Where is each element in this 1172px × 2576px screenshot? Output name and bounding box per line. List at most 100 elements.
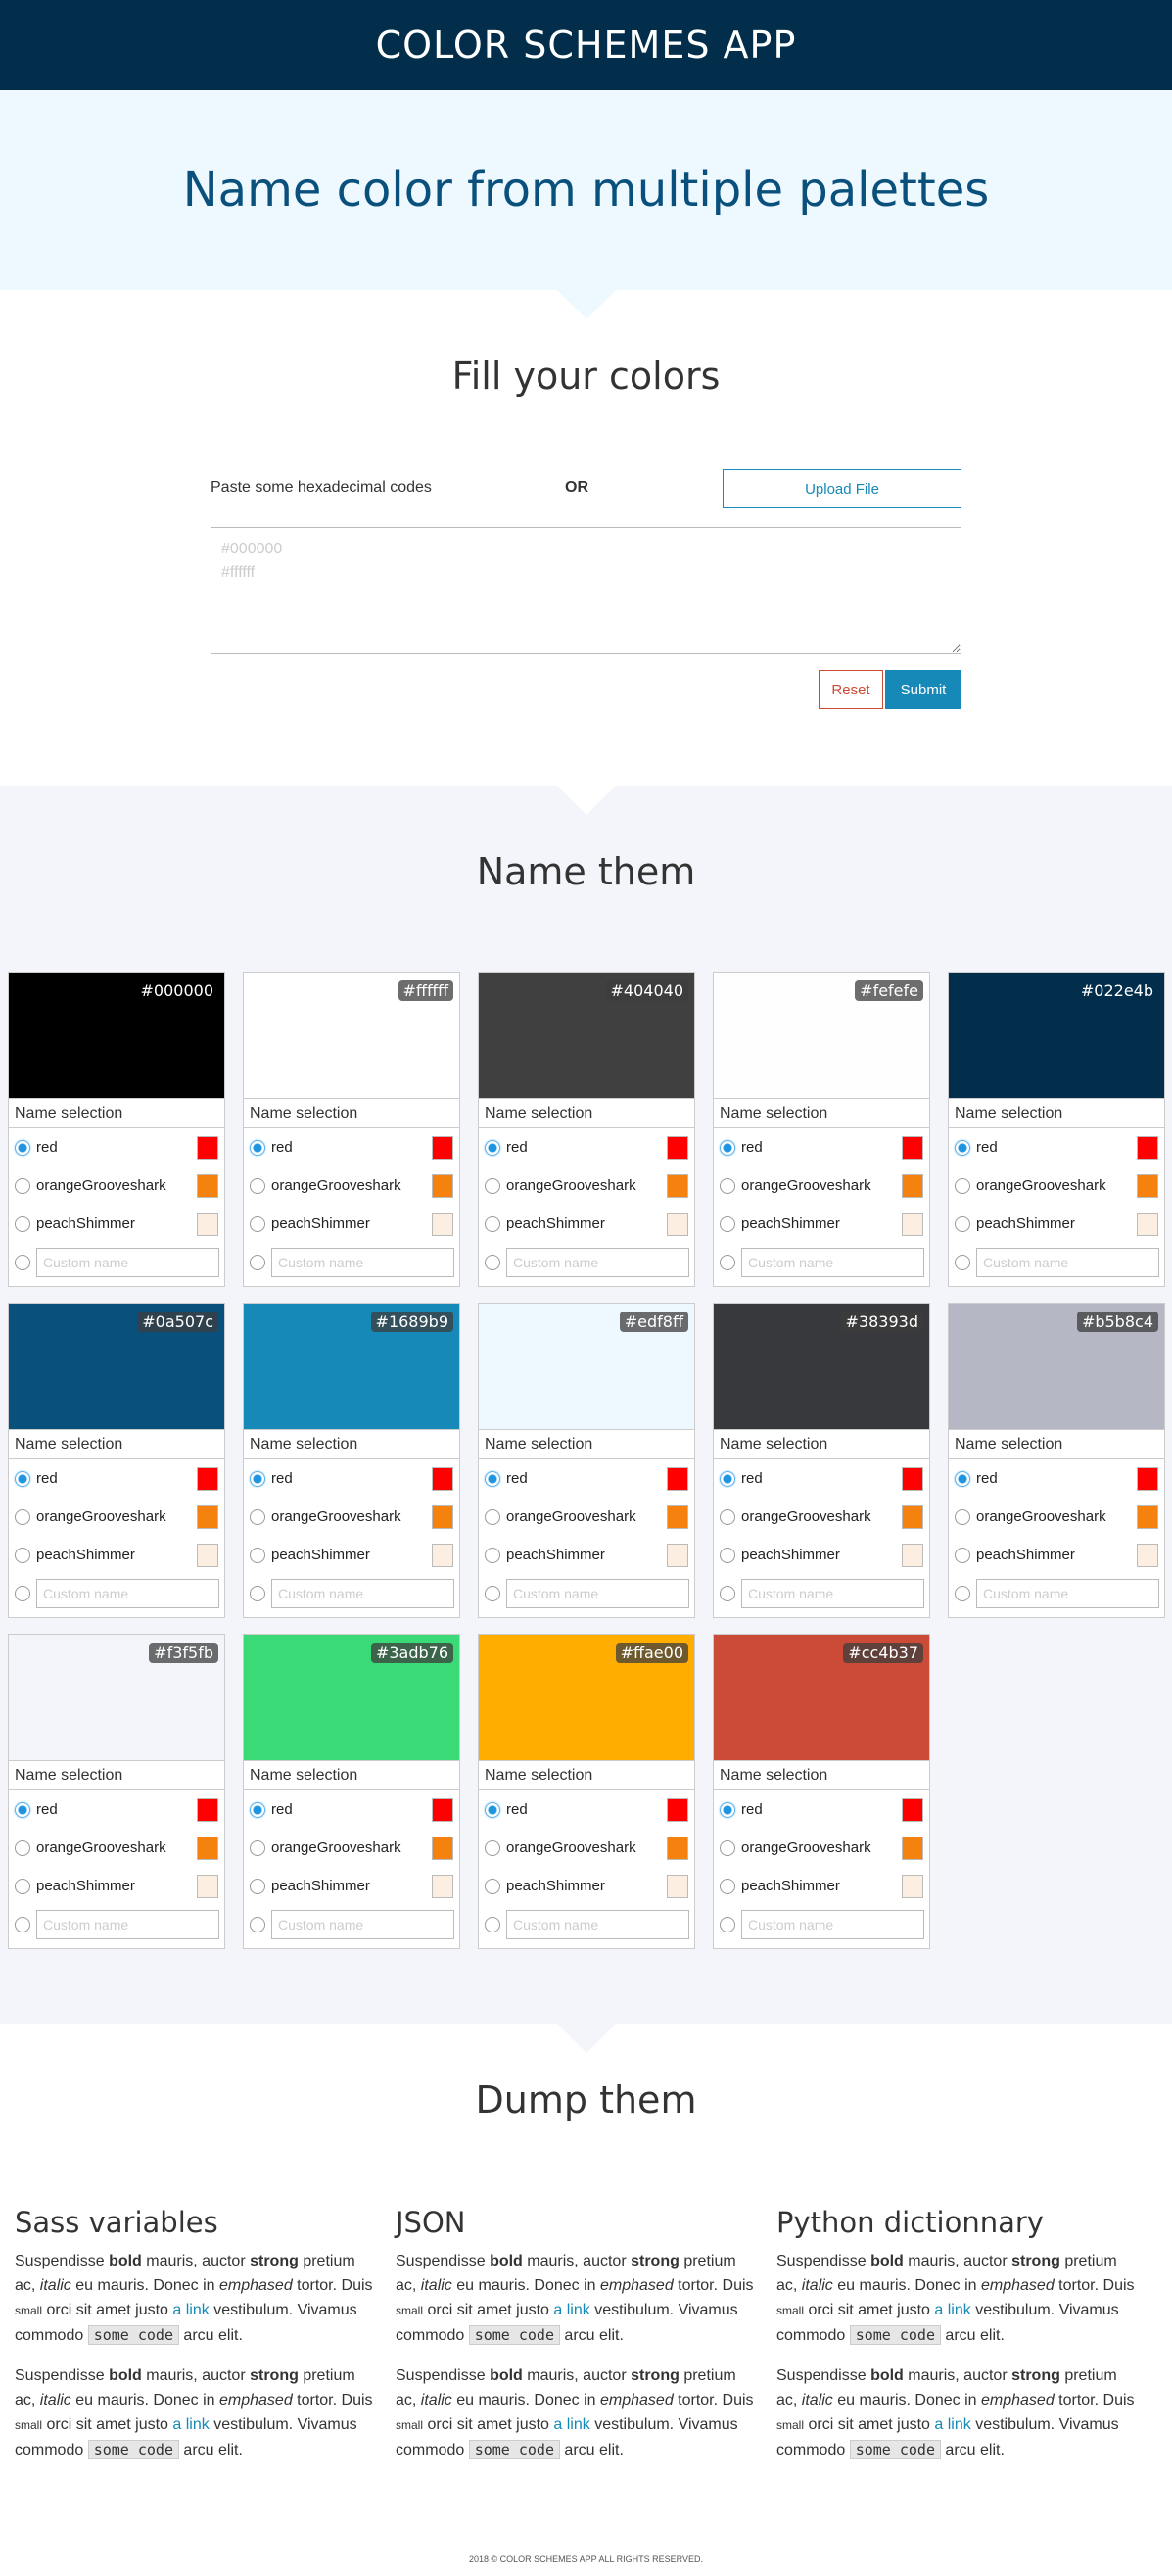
- inline-link[interactable]: a link: [553, 2302, 589, 2318]
- radio-button[interactable]: [15, 1177, 30, 1194]
- radio-button[interactable]: [15, 1216, 30, 1232]
- radio-button[interactable]: [15, 1839, 30, 1856]
- name-option-red[interactable]: red: [949, 1128, 1164, 1167]
- name-option-orangeGrooveshark[interactable]: orangeGrooveshark: [949, 1498, 1164, 1536]
- custom-name-input[interactable]: [271, 1909, 454, 1939]
- custom-name-input[interactable]: [741, 1578, 924, 1608]
- name-option-peachShimmer[interactable]: peachShimmer: [9, 1867, 224, 1905]
- name-option-red[interactable]: red: [714, 1128, 929, 1167]
- radio-button[interactable]: [250, 1508, 265, 1525]
- inline-link[interactable]: a link: [553, 2416, 589, 2433]
- radio-button[interactable]: [250, 1254, 265, 1270]
- name-option-peachShimmer[interactable]: peachShimmer: [949, 1205, 1164, 1243]
- radio-button[interactable]: [250, 1216, 265, 1232]
- radio-button[interactable]: [720, 1254, 735, 1270]
- name-option-peachShimmer[interactable]: peachShimmer: [714, 1205, 929, 1243]
- name-option-orangeGrooveshark[interactable]: orangeGrooveshark: [949, 1167, 1164, 1205]
- radio-button[interactable]: [485, 1878, 500, 1894]
- name-option-orangeGrooveshark[interactable]: orangeGrooveshark: [244, 1167, 459, 1205]
- name-option-orangeGrooveshark[interactable]: orangeGrooveshark: [9, 1829, 224, 1867]
- radio-button[interactable]: [250, 1916, 265, 1932]
- inline-link[interactable]: a link: [934, 2416, 970, 2433]
- name-option-red[interactable]: red: [9, 1128, 224, 1167]
- radio-button[interactable]: [15, 1547, 30, 1563]
- radio-button[interactable]: [955, 1254, 970, 1270]
- name-option-red[interactable]: red: [244, 1128, 459, 1167]
- name-option-orangeGrooveshark[interactable]: orangeGrooveshark: [244, 1829, 459, 1867]
- name-option-red[interactable]: red: [949, 1459, 1164, 1498]
- radio-button[interactable]: [955, 1585, 970, 1601]
- name-option-orangeGrooveshark[interactable]: orangeGrooveshark: [479, 1167, 694, 1205]
- name-option-peachShimmer[interactable]: peachShimmer: [479, 1536, 694, 1574]
- radio-button[interactable]: [720, 1139, 735, 1156]
- radio-button[interactable]: [955, 1139, 970, 1156]
- radio-button[interactable]: [15, 1585, 30, 1601]
- custom-name-input[interactable]: [506, 1578, 689, 1608]
- name-option-orangeGrooveshark[interactable]: orangeGrooveshark: [714, 1498, 929, 1536]
- name-option-orangeGrooveshark[interactable]: orangeGrooveshark: [714, 1829, 929, 1867]
- radio-button[interactable]: [485, 1470, 500, 1487]
- name-option-red[interactable]: red: [479, 1128, 694, 1167]
- radio-button[interactable]: [485, 1177, 500, 1194]
- radio-button[interactable]: [720, 1878, 735, 1894]
- name-option-red[interactable]: red: [9, 1790, 224, 1829]
- name-option-peachShimmer[interactable]: peachShimmer: [479, 1205, 694, 1243]
- name-option-red[interactable]: red: [244, 1459, 459, 1498]
- radio-button[interactable]: [720, 1177, 735, 1194]
- name-option-peachShimmer[interactable]: peachShimmer: [244, 1867, 459, 1905]
- radio-button[interactable]: [485, 1508, 500, 1525]
- radio-button[interactable]: [15, 1878, 30, 1894]
- radio-button[interactable]: [250, 1878, 265, 1894]
- radio-button[interactable]: [485, 1547, 500, 1563]
- inline-link[interactable]: a link: [934, 2302, 970, 2318]
- radio-button[interactable]: [15, 1470, 30, 1487]
- radio-button[interactable]: [250, 1139, 265, 1156]
- custom-name-input[interactable]: [36, 1247, 219, 1277]
- name-option-red[interactable]: red: [479, 1459, 694, 1498]
- radio-button[interactable]: [720, 1470, 735, 1487]
- radio-button[interactable]: [720, 1508, 735, 1525]
- radio-button[interactable]: [15, 1916, 30, 1932]
- custom-name-input[interactable]: [741, 1247, 924, 1277]
- name-option-red[interactable]: red: [479, 1790, 694, 1829]
- radio-button[interactable]: [250, 1177, 265, 1194]
- custom-name-input[interactable]: [271, 1247, 454, 1277]
- radio-button[interactable]: [485, 1839, 500, 1856]
- name-option-red[interactable]: red: [714, 1459, 929, 1498]
- radio-button[interactable]: [955, 1177, 970, 1194]
- name-option-red[interactable]: red: [244, 1790, 459, 1829]
- radio-button[interactable]: [485, 1254, 500, 1270]
- radio-button[interactable]: [250, 1470, 265, 1487]
- radio-button[interactable]: [955, 1216, 970, 1232]
- radio-button[interactable]: [15, 1139, 30, 1156]
- radio-button[interactable]: [15, 1801, 30, 1818]
- name-option-peachShimmer[interactable]: peachShimmer: [244, 1536, 459, 1574]
- radio-button[interactable]: [720, 1801, 735, 1818]
- radio-button[interactable]: [955, 1470, 970, 1487]
- custom-name-input[interactable]: [976, 1578, 1159, 1608]
- name-option-peachShimmer[interactable]: peachShimmer: [9, 1205, 224, 1243]
- radio-button[interactable]: [720, 1585, 735, 1601]
- radio-button[interactable]: [955, 1547, 970, 1563]
- radio-button[interactable]: [485, 1916, 500, 1932]
- custom-name-input[interactable]: [271, 1578, 454, 1608]
- custom-name-input[interactable]: [506, 1909, 689, 1939]
- custom-name-input[interactable]: [36, 1909, 219, 1939]
- custom-name-input[interactable]: [976, 1247, 1159, 1277]
- name-option-red[interactable]: red: [9, 1459, 224, 1498]
- name-option-peachShimmer[interactable]: peachShimmer: [714, 1867, 929, 1905]
- custom-name-input[interactable]: [741, 1909, 924, 1939]
- name-option-peachShimmer[interactable]: peachShimmer: [9, 1536, 224, 1574]
- name-option-red[interactable]: red: [714, 1790, 929, 1829]
- radio-button[interactable]: [720, 1916, 735, 1932]
- inline-link[interactable]: a link: [172, 2416, 209, 2433]
- radio-button[interactable]: [720, 1839, 735, 1856]
- name-option-peachShimmer[interactable]: peachShimmer: [244, 1205, 459, 1243]
- radio-button[interactable]: [720, 1216, 735, 1232]
- reset-button[interactable]: Reset: [819, 670, 883, 709]
- radio-button[interactable]: [250, 1839, 265, 1856]
- radio-button[interactable]: [250, 1585, 265, 1601]
- upload-file-button[interactable]: Upload File: [723, 469, 961, 508]
- hex-codes-textarea[interactable]: [211, 527, 961, 654]
- radio-button[interactable]: [15, 1254, 30, 1270]
